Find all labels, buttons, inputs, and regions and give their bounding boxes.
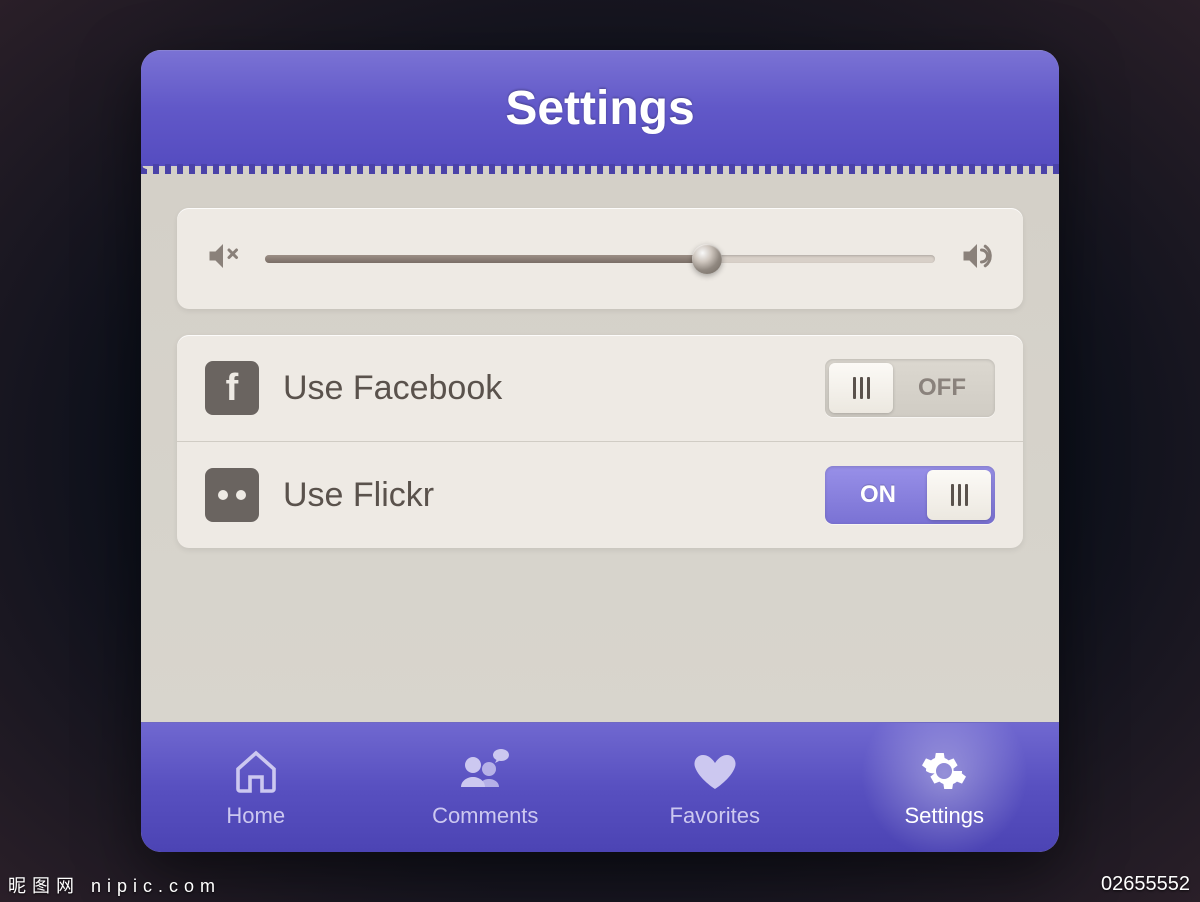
flickr-row: Use Flickr ON bbox=[177, 442, 1023, 548]
header: Settings bbox=[141, 50, 1059, 166]
tab-comments-label: Comments bbox=[432, 803, 538, 829]
tab-home[interactable]: Home bbox=[141, 723, 371, 852]
facebook-label: Use Facebook bbox=[283, 369, 801, 408]
volume-card bbox=[177, 208, 1023, 309]
page-title: Settings bbox=[505, 81, 694, 136]
volume-mute-icon bbox=[205, 238, 241, 279]
facebook-toggle[interactable]: OFF bbox=[825, 359, 995, 417]
flickr-toggle[interactable]: ON bbox=[825, 466, 995, 524]
slider-knob[interactable] bbox=[692, 244, 722, 274]
tab-bar: Home Comments Favorites bbox=[141, 722, 1059, 852]
slider-fill bbox=[265, 255, 707, 263]
tab-settings[interactable]: Settings bbox=[830, 723, 1060, 852]
volume-slider[interactable] bbox=[265, 255, 935, 263]
heart-icon bbox=[691, 747, 739, 795]
tab-home-label: Home bbox=[226, 803, 285, 829]
social-card: f Use Facebook OFF Use Flickr ON bbox=[177, 335, 1023, 548]
facebook-icon: f bbox=[205, 361, 259, 415]
flickr-icon bbox=[205, 468, 259, 522]
comments-icon bbox=[459, 747, 511, 795]
flickr-label: Use Flickr bbox=[283, 476, 801, 515]
toggle-handle bbox=[829, 363, 893, 413]
tab-favorites-label: Favorites bbox=[670, 803, 760, 829]
watermark-right: 02655552 bbox=[1101, 873, 1190, 896]
watermark-left: 昵图网 nipic.com bbox=[8, 872, 221, 898]
volume-max-icon bbox=[959, 238, 995, 279]
settings-panel: Settings f bbox=[141, 50, 1059, 852]
facebook-row: f Use Facebook OFF bbox=[177, 335, 1023, 442]
tab-settings-label: Settings bbox=[905, 803, 985, 829]
content-area: f Use Facebook OFF Use Flickr ON bbox=[141, 166, 1059, 722]
tab-favorites[interactable]: Favorites bbox=[600, 723, 830, 852]
gear-icon bbox=[920, 747, 968, 795]
home-icon bbox=[232, 747, 280, 795]
toggle-handle bbox=[927, 470, 991, 520]
tab-comments[interactable]: Comments bbox=[371, 723, 601, 852]
